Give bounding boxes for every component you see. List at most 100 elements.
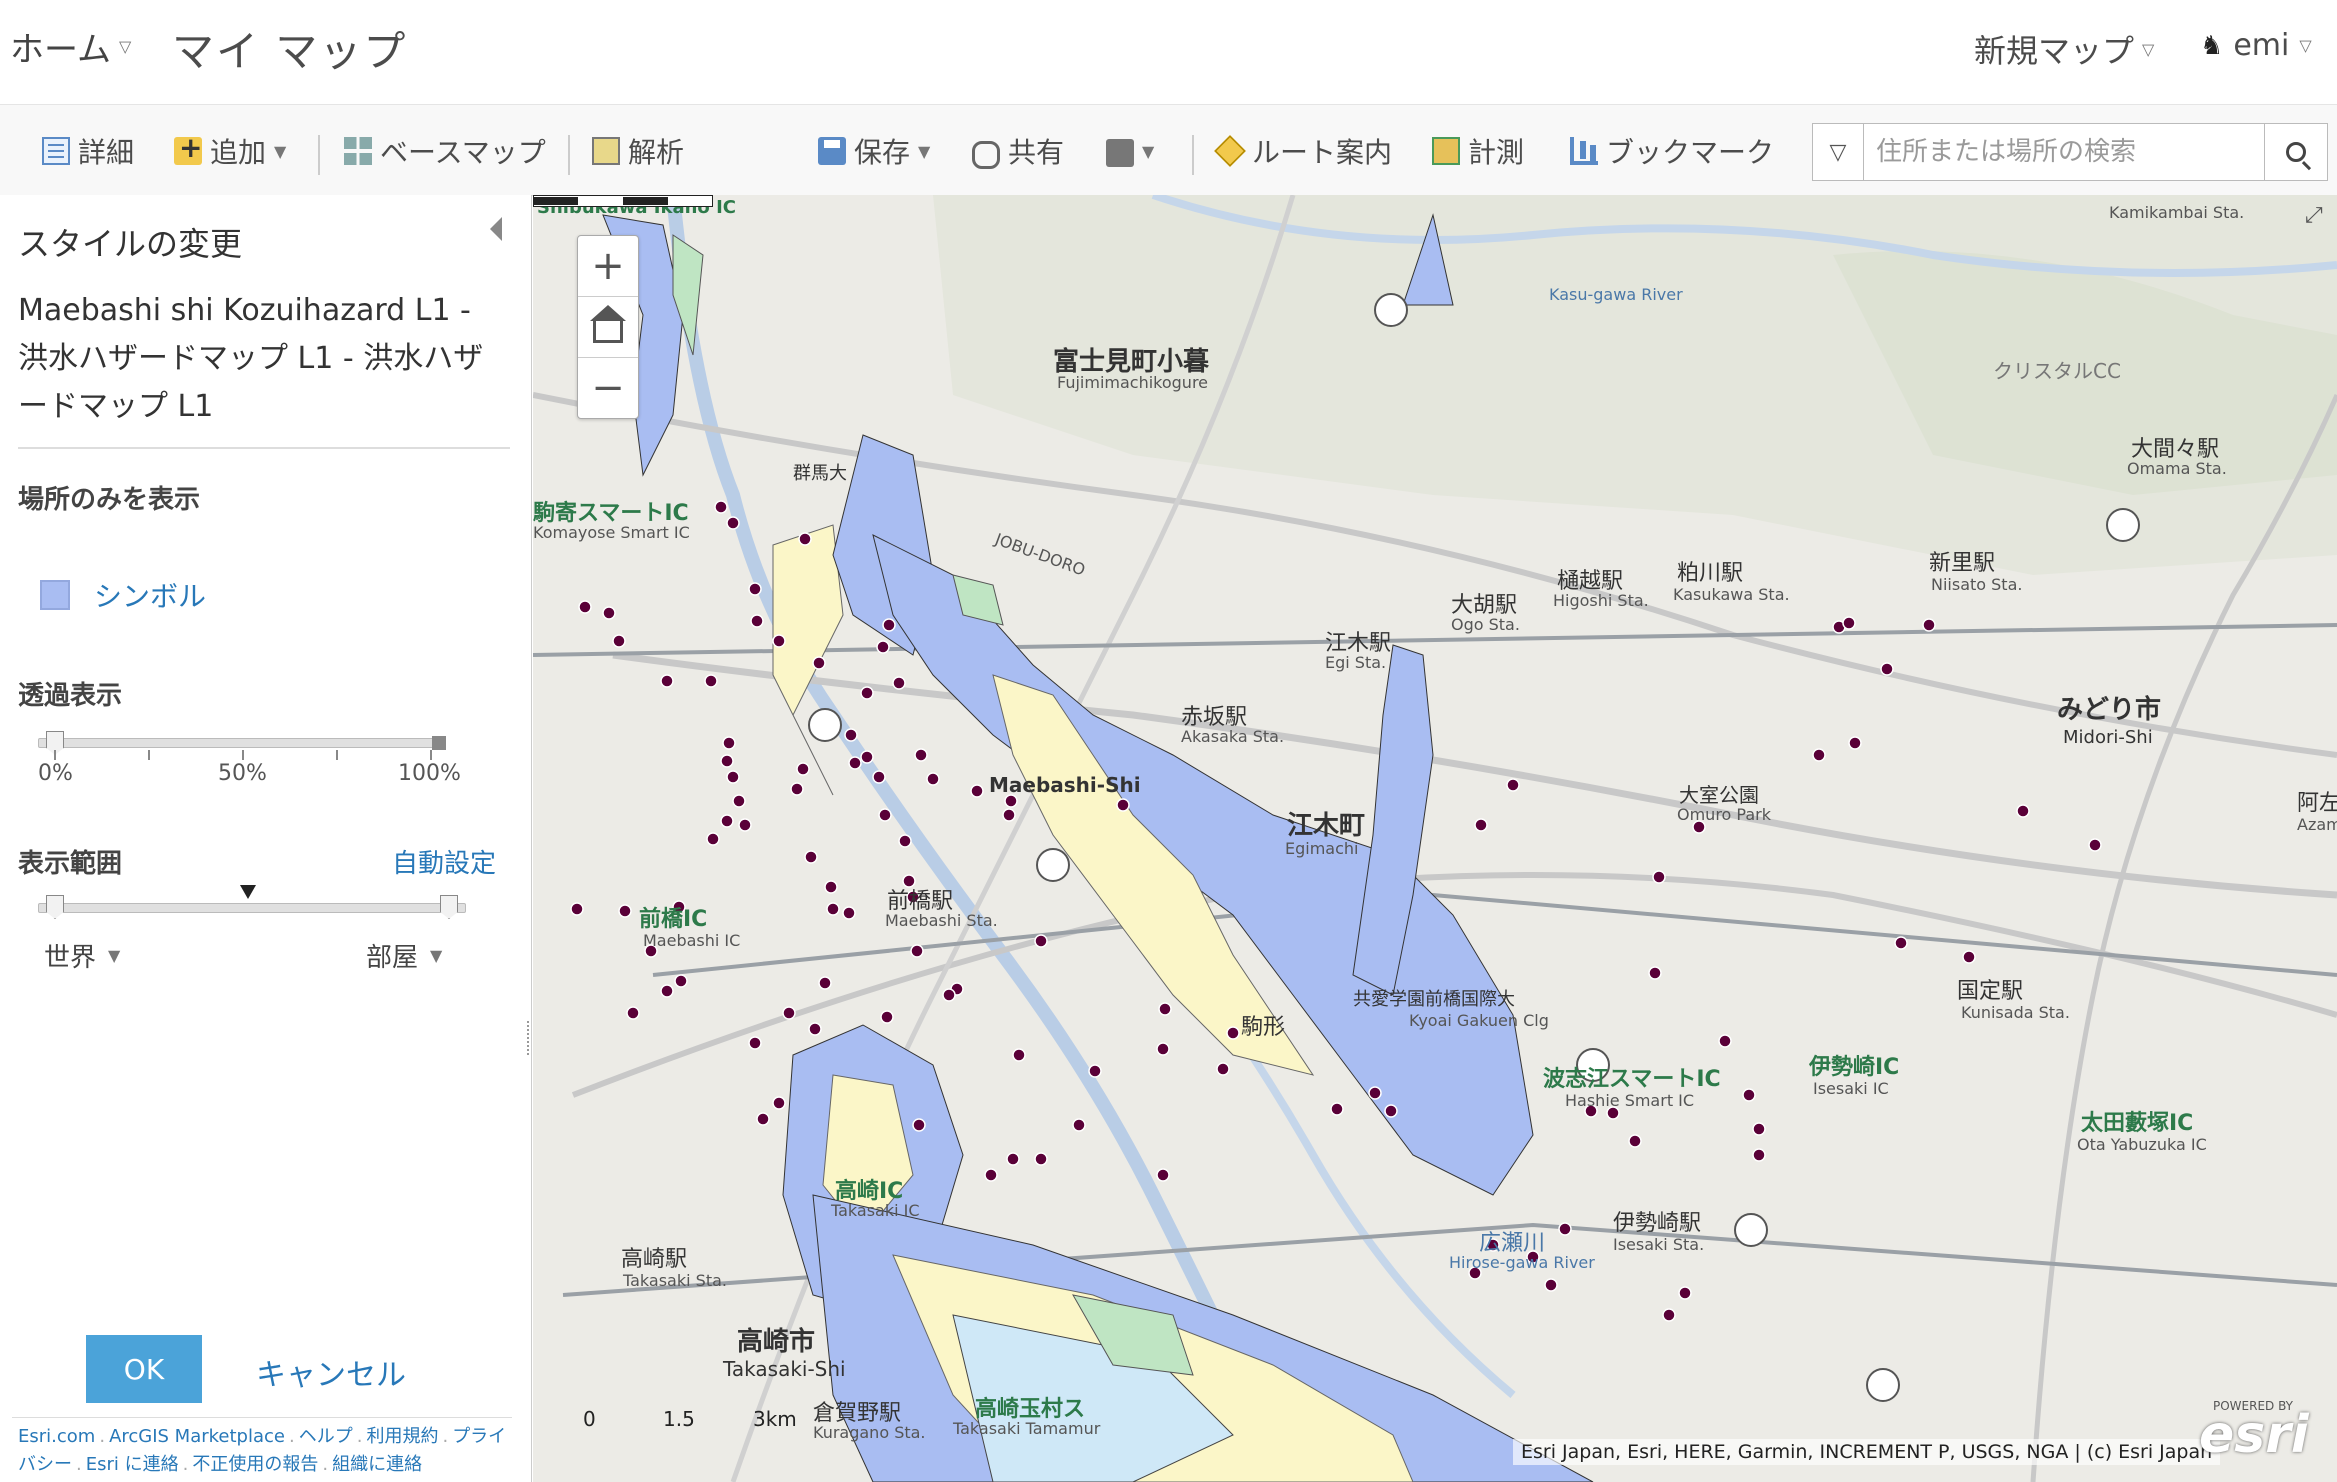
new-map-menu[interactable]: 新規マップ ▽ xyxy=(1974,26,2154,72)
bookmark-button[interactable]: ブックマーク xyxy=(1570,131,1774,171)
footer-link-report-abuse[interactable]: 不正使用の報告 xyxy=(192,1454,318,1475)
map-label: Midori-Shi xyxy=(2063,727,2153,748)
transparency-tick-label: 0% xyxy=(38,761,73,786)
map-label: Maebashi Sta. xyxy=(885,911,998,930)
measure-button[interactable]: 計測 xyxy=(1432,131,1524,171)
chevron-down-icon: ▽ xyxy=(118,37,132,56)
footer-link-contact-esri[interactable]: Esri に連絡 xyxy=(86,1454,179,1475)
transparency-slider[interactable] xyxy=(38,738,446,748)
add-button[interactable]: 追加 ▼ xyxy=(174,131,286,171)
add-label: 追加 xyxy=(210,136,267,169)
map-label: Omama Sta. xyxy=(2127,459,2227,478)
map-label: Takasaki Sta. xyxy=(623,1271,727,1290)
route-sign-icon xyxy=(1214,135,1246,167)
footer-link-contact-org[interactable]: 組織に連絡 xyxy=(332,1454,422,1475)
tick xyxy=(54,750,56,760)
map-label: Kasu-gawa River xyxy=(1549,285,1683,304)
chevron-down-icon: ▼ xyxy=(430,946,443,965)
range-max-dropdown[interactable]: 部屋 ▼ xyxy=(366,937,442,974)
save-label: 保存 xyxy=(854,136,911,169)
map-view[interactable]: Shibukawa Ikaho IC 富士見町小暮 Fujimimachikog… xyxy=(533,195,2337,1482)
divider xyxy=(12,1417,512,1418)
top-header: ホーム ▽ マイ マップ 新規マップ ▽ ♞ emi ▽ xyxy=(0,0,2337,104)
page-title: マイ マップ xyxy=(172,27,408,76)
map-label: Kyoai Gakuen Clg xyxy=(1409,1011,1549,1030)
map-label: 共愛学園前橋国際大 xyxy=(1353,989,1515,1010)
search-input[interactable] xyxy=(1864,124,2264,180)
map-label: クリスタルCC xyxy=(1993,359,2121,383)
panel-title: スタイルの変更 xyxy=(18,225,243,263)
map-attribution: Esri Japan, Esri, HERE, Garmin, INCREMEN… xyxy=(1513,1439,2221,1465)
search-source-dropdown[interactable]: ▽ xyxy=(1813,124,1864,180)
footer-link-help[interactable]: ヘルプ xyxy=(299,1426,353,1447)
zoom-control: + − xyxy=(577,235,639,419)
default-extent-button[interactable] xyxy=(578,297,638,357)
route-label: ルート案内 xyxy=(1252,136,1393,169)
auto-set-link[interactable]: 自動設定 xyxy=(392,843,496,880)
share-button[interactable]: 共有 xyxy=(972,131,1064,171)
basemap-label: ベースマップ xyxy=(380,136,546,169)
map-label: Isesaki Sta. xyxy=(1613,1235,1705,1254)
print-button[interactable]: ▼ xyxy=(1106,131,1154,171)
flood-zone xyxy=(872,534,1534,1196)
map-label: Egi Sta. xyxy=(1325,653,1387,672)
footer-link-terms[interactable]: 利用規約 xyxy=(366,1426,438,1447)
zoom-out-button[interactable]: − xyxy=(578,358,638,418)
map-label: Ogo Sta. xyxy=(1451,615,1520,634)
collapse-panel-icon[interactable] xyxy=(490,217,502,241)
map-label: Kunisada Sta. xyxy=(1961,1003,2070,1022)
map-label: 阿左美駅 xyxy=(2297,791,2337,816)
new-map-label: 新規マップ xyxy=(1974,32,2135,70)
share-link-icon xyxy=(972,140,1000,169)
expand-icon[interactable]: ⤢ xyxy=(2305,203,2323,228)
details-button[interactable]: 詳細 xyxy=(42,131,134,171)
toolbar-divider xyxy=(568,135,570,175)
zoom-in-button[interactable]: + xyxy=(578,236,638,296)
transparency-tick-label: 50% xyxy=(218,761,267,786)
details-icon xyxy=(42,137,70,165)
map-label: 新里駅 xyxy=(1929,551,1996,576)
user-menu[interactable]: ♞ emi ▽ xyxy=(2200,28,2312,63)
chevron-down-icon: ▽ xyxy=(1829,139,1847,165)
bookmark-label: ブックマーク xyxy=(1606,136,1775,169)
map-label: 前橋IC xyxy=(639,907,708,932)
cancel-button[interactable]: キャンセル xyxy=(256,1350,406,1394)
esri-logo[interactable]: esri xyxy=(2199,1405,2309,1465)
toolbar-divider xyxy=(318,135,320,175)
map-label: Hirose-gawa River xyxy=(1449,1253,1595,1272)
map-label: Niisato Sta. xyxy=(1931,575,2023,594)
ok-button[interactable]: OK xyxy=(86,1335,202,1403)
map-label: 伊勢崎駅 xyxy=(1613,1211,1702,1236)
route-button[interactable]: ルート案内 xyxy=(1214,131,1393,171)
range-min-handle[interactable] xyxy=(46,895,64,919)
range-min-dropdown[interactable]: 世界 ▼ xyxy=(44,937,120,974)
chevron-down-icon: ▼ xyxy=(108,946,121,965)
search-box: ▽ xyxy=(1812,123,2328,181)
map-canvas xyxy=(533,195,2337,1482)
map-label: 大室公園 xyxy=(1679,783,1759,807)
map-label: Takasaki-Shi xyxy=(723,1357,846,1381)
map-label: Kasukawa Sta. xyxy=(1673,585,1790,604)
bookmark-icon xyxy=(1570,137,1598,165)
map-label: 国定駅 xyxy=(1957,979,2024,1004)
chevron-down-icon: ▼ xyxy=(274,141,287,161)
map-label: Akasaka Sta. xyxy=(1181,727,1285,746)
symbol-option[interactable]: シンボル xyxy=(40,575,206,615)
chevron-down-icon: ▼ xyxy=(1142,141,1155,161)
map-label: Maebashi IC xyxy=(643,931,741,950)
map-label: Kuragano Sta. xyxy=(813,1423,926,1442)
basemap-button[interactable]: ベースマップ xyxy=(344,131,546,171)
save-icon xyxy=(818,137,846,165)
analysis-button[interactable]: 解析 xyxy=(592,131,684,171)
search-button[interactable] xyxy=(2264,124,2327,180)
footer-link-esri[interactable]: Esri.com xyxy=(18,1426,95,1447)
measure-ruler-icon xyxy=(1432,137,1460,165)
home-menu[interactable]: ホーム ▽ xyxy=(10,22,131,71)
visible-range-slider[interactable] xyxy=(38,903,466,913)
map-label: Kamikambai Sta. xyxy=(2109,203,2245,222)
add-layer-icon xyxy=(174,131,202,165)
range-max-handle[interactable] xyxy=(440,895,458,919)
map-label: Omuro Park xyxy=(1677,805,1771,824)
save-button[interactable]: 保存 ▼ xyxy=(818,131,930,171)
footer-link-marketplace[interactable]: ArcGIS Marketplace xyxy=(109,1426,285,1447)
